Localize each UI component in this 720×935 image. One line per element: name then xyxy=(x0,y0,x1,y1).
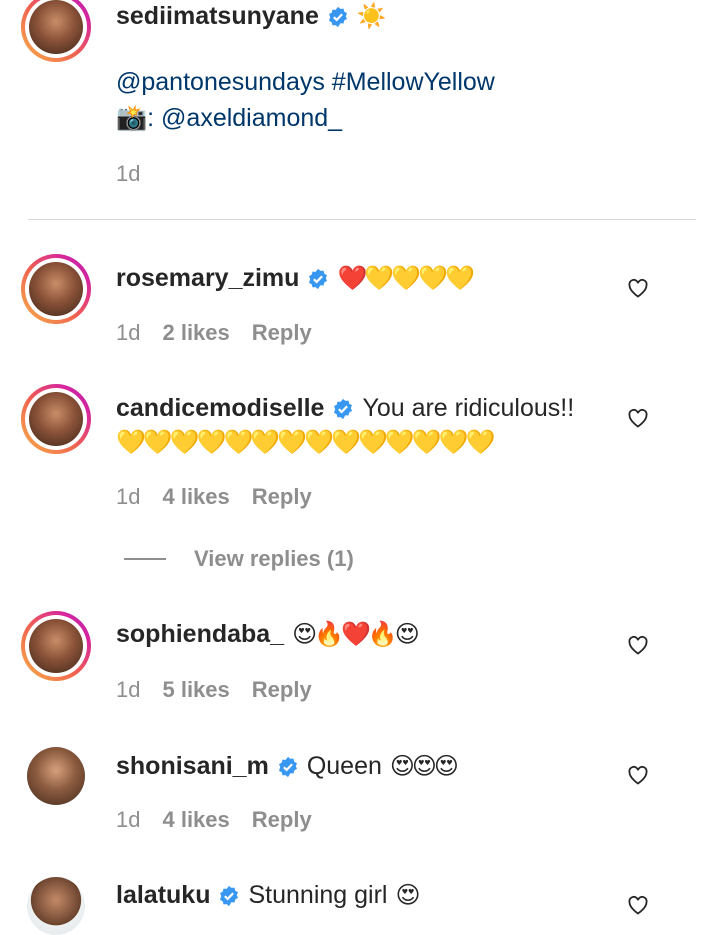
caption-line-2-text[interactable]: : @axeldiamond_ xyxy=(147,104,342,132)
comment-username[interactable]: sophiendaba_ xyxy=(116,620,284,649)
comment-text: Stunning girl xyxy=(248,881,388,909)
heart-icon[interactable] xyxy=(626,276,650,300)
avatar[interactable] xyxy=(27,877,85,935)
avatar[interactable] xyxy=(21,0,91,62)
heart-icon[interactable] xyxy=(626,893,650,917)
comment-username[interactable]: candicemodiselle xyxy=(116,394,324,423)
comment-emoji: 💛💛💛💛💛💛💛💛💛💛💛💛💛💛 xyxy=(116,429,495,456)
caption-username[interactable]: sediimatsunyane xyxy=(116,2,319,31)
comment-emoji: 😍 xyxy=(395,882,420,909)
caption-line-1[interactable]: @pantonesundays #MellowYellow xyxy=(116,68,495,97)
comment-emoji: 😍🔥❤️🔥😍 xyxy=(292,621,420,648)
likes-count[interactable]: 2 likes xyxy=(162,320,229,346)
comment-text: Queen xyxy=(306,752,382,780)
verified-icon xyxy=(220,885,239,906)
caption-line-2[interactable]: 📸: @axeldiamond_ xyxy=(116,104,342,133)
comment-username[interactable]: lalatuku xyxy=(116,881,210,910)
heart-icon[interactable] xyxy=(626,763,650,787)
likes-count[interactable]: 4 likes xyxy=(162,484,229,510)
verified-icon xyxy=(334,398,353,419)
comment-emoji: 😍😍😍 xyxy=(389,753,459,780)
view-replies-button[interactable]: View replies (1) xyxy=(124,546,354,572)
avatar[interactable] xyxy=(21,384,91,454)
comment-time: 1d xyxy=(116,484,141,509)
avatar[interactable] xyxy=(27,747,85,805)
heart-icon[interactable] xyxy=(626,633,650,657)
replies-dash xyxy=(124,558,166,560)
reply-button[interactable]: Reply xyxy=(252,484,312,510)
reply-button[interactable]: Reply xyxy=(252,807,312,833)
likes-count[interactable]: 4 likes xyxy=(162,807,229,833)
camera-icon: 📸 xyxy=(116,104,148,132)
comment-time: 1d xyxy=(116,320,141,345)
avatar[interactable] xyxy=(21,611,91,681)
comment-time: 1d xyxy=(116,677,141,702)
comment-time: 1d xyxy=(116,807,141,832)
likes-count[interactable]: 5 likes xyxy=(162,677,229,703)
comment-username[interactable]: rosemary_zimu xyxy=(116,264,299,293)
reply-button[interactable]: Reply xyxy=(252,677,312,703)
view-replies-label[interactable]: View replies (1) xyxy=(194,546,354,572)
reply-button[interactable]: Reply xyxy=(252,320,312,346)
comment-username[interactable]: shonisani_m xyxy=(116,752,269,781)
verified-icon xyxy=(309,268,328,289)
caption-time: 1d xyxy=(116,161,141,186)
divider xyxy=(28,219,696,220)
verified-icon xyxy=(278,756,297,777)
comment-text: You are ridiculous!! xyxy=(362,394,575,422)
verified-icon xyxy=(328,6,347,27)
heart-icon[interactable] xyxy=(626,406,650,430)
sun-emoji: ☀️ xyxy=(356,3,387,30)
avatar[interactable] xyxy=(21,254,91,324)
comment-emoji: ❤️💛💛💛💛 xyxy=(337,265,474,292)
